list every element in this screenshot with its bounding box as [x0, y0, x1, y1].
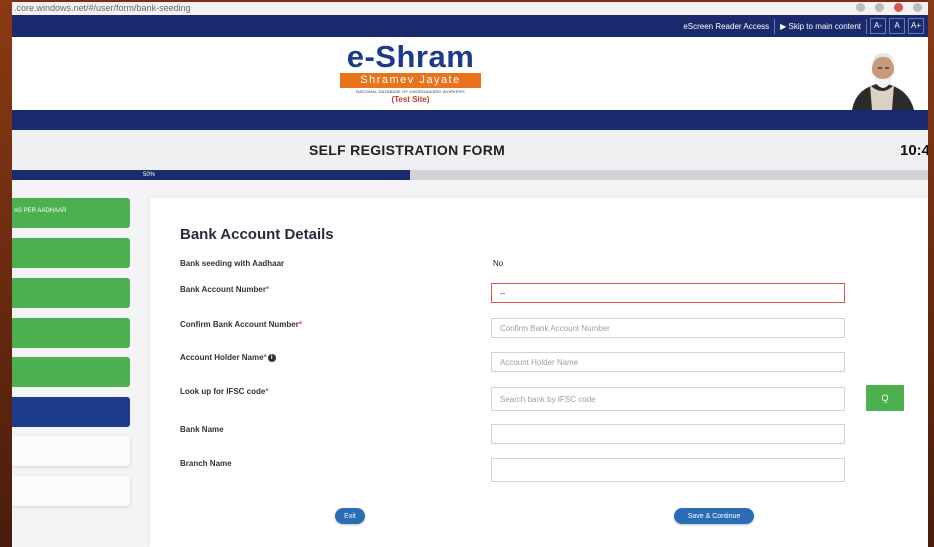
exit-button[interactable]: Exit	[335, 508, 365, 524]
progress-label: 50%	[143, 172, 156, 178]
logo-subtitle: NATIONAL DATABASE OF UNORGANISED WORKERS	[356, 89, 465, 94]
share-icon[interactable]	[875, 3, 884, 12]
confirm-account-input[interactable]	[491, 318, 845, 338]
seeding-label: Bank seeding with Aadhaar	[180, 259, 285, 268]
magnifier-icon: Q	[881, 393, 889, 403]
screen: .core.windows.net/#/user/form/bank-seedi…	[12, 2, 928, 547]
header-blue-band	[12, 110, 928, 130]
step-item-5[interactable]	[12, 357, 130, 387]
ifsc-search-input[interactable]	[491, 387, 845, 411]
confirm-account-label-text: Confirm Bank Account Number	[180, 320, 299, 329]
screen-frame-left	[0, 0, 12, 547]
required-mark: *	[265, 387, 269, 396]
info-icon[interactable]: i	[267, 353, 276, 362]
site-header: e-Shram Shramev Jayate NATIONAL DATABASE…	[12, 37, 928, 110]
accessibility-links: eScreen Reader Access ▶ Skip to main con…	[678, 18, 924, 34]
branch-name-label: Branch Name	[180, 459, 232, 468]
step-item-8[interactable]	[12, 476, 130, 506]
logo-title: e-Shram	[346, 39, 475, 74]
required-mark: *	[298, 320, 302, 329]
account-number-label-text: Bank Account Number	[180, 285, 266, 294]
bank-name-label: Bank Name	[180, 425, 224, 434]
step-item-bank-active[interactable]	[12, 397, 130, 427]
skip-label: Skip to main content	[788, 21, 861, 31]
account-number-label: Bank Account Number*	[180, 285, 269, 294]
form-title: SELF REGISTRATION FORM	[309, 142, 506, 158]
font-decrease-button[interactable]: A-	[870, 18, 886, 34]
logo-test-site: (Test Site)	[391, 95, 430, 104]
holder-name-label-text: Account Holder Name	[180, 353, 264, 362]
ifsc-label-text: Look up for IFSC code	[180, 387, 266, 396]
leader-portrait	[848, 45, 920, 110]
progress-bar: 50%	[12, 170, 928, 180]
session-timer: 10:4	[900, 142, 928, 159]
seeding-value: No	[493, 259, 504, 268]
progress-fill	[12, 170, 410, 180]
browser-url-bar[interactable]: .core.windows.net/#/user/form/bank-seedi…	[12, 2, 928, 15]
branch-name-input[interactable]	[491, 458, 845, 482]
step-item-7[interactable]	[12, 436, 130, 466]
bank-name-input[interactable]	[491, 424, 845, 444]
eshram-logo[interactable]: e-Shram Shramev Jayate NATIONAL DATABASE…	[337, 41, 484, 105]
confirm-account-label: Confirm Bank Account Number*	[180, 320, 302, 329]
url-text: .core.windows.net/#/user/form/bank-seedi…	[14, 3, 191, 13]
holder-name-input[interactable]	[491, 352, 845, 372]
holder-name-label: Account Holder Name* i	[180, 353, 276, 362]
step-item-3[interactable]	[12, 278, 130, 308]
account-number-input[interactable]	[491, 283, 845, 303]
screen-reader-link[interactable]: eScreen Reader Access	[678, 18, 776, 34]
section-title: Bank Account Details	[180, 226, 334, 243]
browser-actions	[856, 3, 922, 12]
required-mark: *	[265, 285, 270, 294]
required-mark: *	[263, 353, 267, 362]
top-nav: eScreen Reader Access ▶ Skip to main con…	[12, 15, 928, 37]
logo-tagline: Shramev Jayate	[340, 73, 481, 88]
font-increase-button[interactable]: A+	[908, 18, 924, 34]
bank-details-panel: Bank Account Details Bank seeding with A…	[150, 198, 928, 547]
form-title-row: SELF REGISTRATION FORM 10:4	[12, 130, 928, 170]
step-item-4[interactable]	[12, 318, 130, 348]
skip-to-main-link[interactable]: ▶ Skip to main content	[775, 18, 867, 34]
ifsc-label: Look up for IFSC code*	[180, 387, 268, 396]
portrait-illustration	[852, 53, 914, 110]
step-item-aadhaar[interactable]: AS PER AADHAAR	[12, 198, 130, 228]
step-label: AS PER AADHAAR	[14, 208, 67, 214]
step-item-2[interactable]	[12, 238, 130, 268]
profile-icon[interactable]	[913, 3, 922, 12]
font-normal-button[interactable]: A	[889, 18, 905, 34]
screen-frame-right	[928, 0, 934, 547]
ifsc-search-button[interactable]: Q	[866, 385, 904, 411]
save-continue-button[interactable]: Save & Continue	[674, 508, 754, 524]
extension-icon[interactable]	[894, 3, 903, 12]
bookmark-icon[interactable]	[856, 3, 865, 12]
